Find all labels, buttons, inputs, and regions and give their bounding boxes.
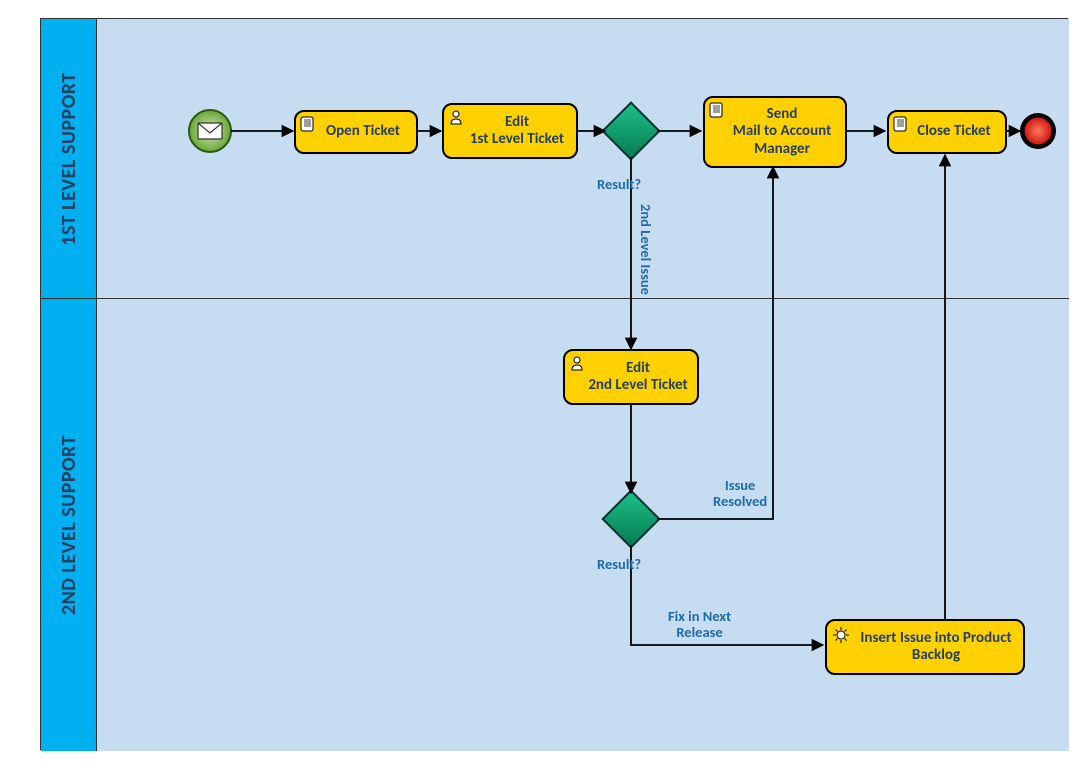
task-label: Open Ticket xyxy=(326,123,400,140)
task-close-ticket: Close Ticket xyxy=(887,110,1007,154)
service-task-icon xyxy=(831,625,851,645)
lane-body-1st xyxy=(97,19,1069,299)
label-result-2: Result? xyxy=(597,557,641,573)
script-icon xyxy=(893,116,909,132)
task-open-ticket: Open Ticket xyxy=(294,110,418,154)
user-task-icon xyxy=(569,355,585,371)
task-label: Edit 2nd Level Ticket xyxy=(588,360,687,395)
task-insert-backlog: Insert Issue into Product Backlog xyxy=(825,619,1025,675)
user-task-icon xyxy=(448,109,464,125)
label-fix-next: Fix in Next Release xyxy=(668,609,731,641)
task-edit-1st: Edit 1st Level Ticket xyxy=(442,103,578,159)
lane-header-2nd: 2ND LEVEL SUPPORT xyxy=(41,299,97,751)
task-edit-2nd: Edit 2nd Level Ticket xyxy=(563,349,699,405)
script-icon xyxy=(300,116,316,132)
task-label: Send Mail to Account Manager xyxy=(723,106,841,158)
label-2nd-level-issue: 2nd Level Issue xyxy=(637,204,653,295)
label-issue-resolved: Issue Resolved xyxy=(713,478,767,510)
bpmn-pool: 1ST LEVEL SUPPORT 2ND LEVEL SUPPORT xyxy=(40,18,1068,750)
task-label: Edit 1st Level Ticket xyxy=(470,114,564,149)
task-label: Close Ticket xyxy=(917,123,990,140)
lane-label-2nd: 2ND LEVEL SUPPORT xyxy=(57,435,81,615)
lane-label-1st: 1ST LEVEL SUPPORT xyxy=(57,72,81,245)
script-icon xyxy=(709,102,725,118)
lane-header-1st: 1ST LEVEL SUPPORT xyxy=(41,19,97,299)
task-label: Insert Issue into Product Backlog xyxy=(853,630,1019,665)
task-send-mail: Send Mail to Account Manager xyxy=(703,96,847,168)
label-result-1: Result? xyxy=(597,177,641,193)
